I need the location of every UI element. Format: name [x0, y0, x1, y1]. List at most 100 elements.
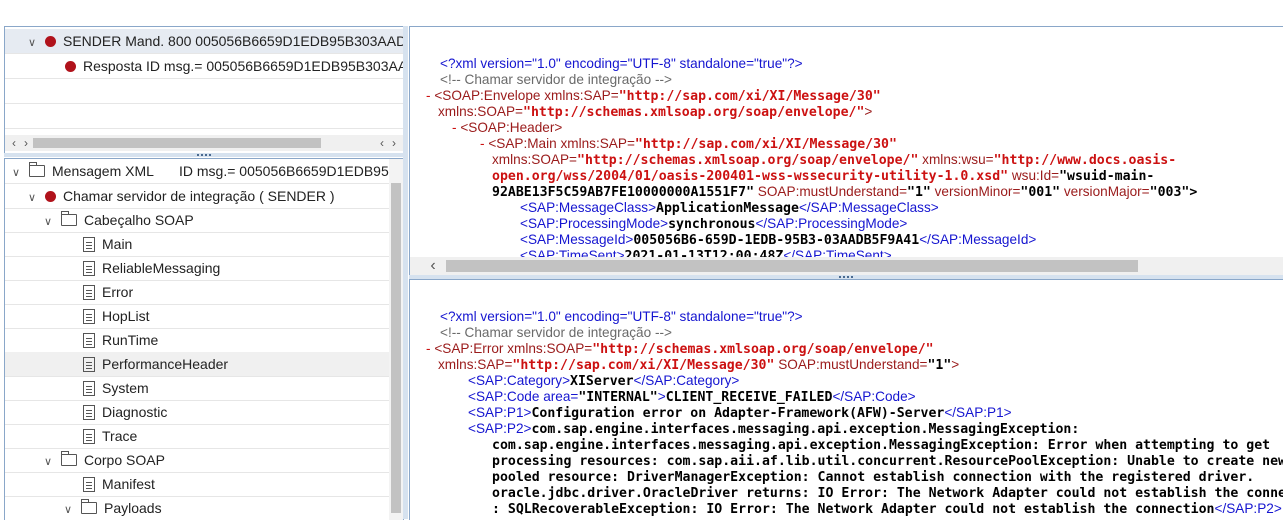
vertical-splitter[interactable]	[403, 26, 408, 519]
tree-node-runtime[interactable]: RunTime	[5, 328, 403, 353]
tree-node-integration-server[interactable]: ∨ Chamar servidor de integração ( SENDER …	[5, 184, 403, 209]
tree-node-error[interactable]: Error	[5, 280, 403, 305]
tree-node-soap-body[interactable]: ∨ Corpo SOAP	[5, 448, 403, 473]
xml-tag: </SAP:Category>	[633, 373, 740, 388]
message-tree-pane: ∨ SENDER Mand. 800 005056B6659D1EDB95B303…	[4, 26, 404, 154]
xml-text-value: com.sap.engine.interfaces.messaging.api.…	[492, 438, 1271, 453]
tree-header-row[interactable]: ∨ Mensagem XML ID msg.= 005056B6659D1EDB95	[5, 159, 403, 184]
tree-node-soap-header[interactable]: ∨ Cabeçalho SOAP	[5, 208, 403, 233]
xml-tag: </SAP:MessageClass>	[798, 200, 939, 215]
xml-attr-value: "http://sap.com/xi/XI/Message/30"	[634, 137, 897, 152]
tree-node-label: Trace	[102, 428, 138, 444]
xml-attr-value: "wsuid-main-	[1059, 169, 1155, 184]
xml-attr-value: "http://schemas.xmlsoap.org/soap/envelop…	[592, 342, 934, 357]
xml-tag: <SAP:Main xmlns:SAP=	[488, 136, 635, 151]
xml-tag: </SAP:ProcessingMode>	[755, 216, 908, 231]
tree-node-main[interactable]: Main	[5, 232, 403, 257]
tree-node-system[interactable]: System	[5, 376, 403, 401]
xml-attr-value: "1"	[927, 358, 952, 373]
xml-attr: wsu:Id=	[1008, 168, 1060, 183]
xml-text-value: synchronous	[668, 217, 756, 232]
xml-tag: <SAP:Error xmlns:SOAP=	[434, 341, 593, 356]
splitter-handle[interactable]	[4, 153, 404, 157]
xml-attr-value: "INTERNAL"	[578, 390, 658, 405]
xml-text-value: CLIENT_RECEIVE_FAILED	[665, 390, 833, 405]
tree-node-label: Main	[102, 236, 133, 252]
tree-node-label: Corpo SOAP	[84, 452, 165, 468]
xml-tag: <SAP:P2>	[468, 421, 532, 436]
chevron-down-icon[interactable]: ∨	[41, 450, 55, 472]
request-xml-viewer: <?xml version="1.0" encoding="UTF-8" sta…	[409, 26, 1283, 276]
xml-attr-value: "http://schemas.xmlsoap.org/soap/envelop…	[577, 153, 919, 168]
xml-attr: SOAP:mustUnderstand=	[774, 357, 928, 372]
message-id-label: ID msg.= 005056B6659D1EDB95	[179, 163, 389, 179]
folder-icon	[61, 211, 77, 227]
xml-attr: versionMajor=	[1060, 184, 1150, 199]
chevron-down-icon[interactable]: ∨	[41, 210, 55, 232]
tree-node-label: Manifest	[102, 476, 155, 492]
xml-attr-value: "003">	[1149, 185, 1198, 200]
horizontal-scrollbar[interactable]: ‹	[410, 257, 1283, 275]
document-icon	[83, 332, 95, 348]
xml-text-value: XIServer	[570, 374, 634, 389]
document-icon	[83, 404, 95, 420]
xml-tag: >	[951, 357, 960, 372]
folder-icon	[29, 162, 45, 178]
horizontal-scrollbar[interactable]: ‹ › ‹ ›	[5, 135, 403, 151]
xml-declaration: <?xml version="1.0" encoding="UTF-8" sta…	[440, 309, 803, 324]
xml-tag: <SAP:Category>	[468, 373, 571, 388]
tree-node-manifest[interactable]: Manifest	[5, 472, 403, 497]
scroll-right-icon[interactable]: ›	[387, 135, 401, 151]
xml-tag: <SOAP:Header>	[460, 120, 563, 135]
xml-tag: <SAP:MessageId>	[520, 232, 634, 247]
xml-tag: </SAP:P1>	[944, 405, 1012, 420]
scroll-right-icon[interactable]: ›	[19, 135, 33, 151]
xml-tag: </SAP:Code>	[832, 389, 916, 404]
xml-text-value: processing resources: com.sap.aii.af.lib…	[492, 454, 1283, 469]
tree-row-empty	[5, 79, 403, 104]
tree-row-label: SENDER Mand. 800 005056B6659D1EDB95B303A…	[63, 33, 403, 49]
chevron-down-icon[interactable]: ∨	[61, 498, 75, 520]
tree-node-payloads[interactable]: ∨ Payloads	[5, 496, 403, 520]
tree-node-performance-header[interactable]: PerformanceHeader	[5, 352, 403, 377]
document-icon	[83, 260, 95, 276]
xml-text-value: : SQLRecoverableException: IO Error: The…	[492, 502, 1215, 517]
tree-row-response[interactable]: Resposta ID msg.= 005056B6659D1EDB95B303…	[5, 54, 403, 79]
xml-attr-value: "http://sap.com/xi/XI/Message/30"	[512, 358, 775, 373]
xml-attr: SOAP:mustUnderstand=	[754, 184, 908, 199]
xml-tag: >	[657, 389, 666, 404]
xml-attr: xmlns:SOAP=	[438, 104, 523, 119]
tree-row-sender[interactable]: ∨ SENDER Mand. 800 005056B6659D1EDB95B303…	[5, 29, 403, 54]
xml-attr-value: "1"	[907, 185, 931, 200]
tree-node-label: System	[102, 380, 149, 396]
tree-node-hoplist[interactable]: HopList	[5, 304, 403, 329]
error-xml-viewer: <?xml version="1.0" encoding="UTF-8" sta…	[409, 279, 1283, 520]
tree-node-label: Payloads	[104, 500, 162, 516]
chevron-down-icon[interactable]: ∨	[25, 186, 39, 208]
tree-node-diagnostic[interactable]: Diagnostic	[5, 400, 403, 425]
xml-text-value: oracle.jdbc.driver.OracleDriver returns:…	[492, 486, 1283, 501]
document-icon	[83, 476, 95, 492]
xml-attr-value: "http://sap.com/xi/XI/Message/30"	[618, 89, 881, 104]
vertical-scrollbar[interactable]	[389, 159, 403, 520]
scrollbar-thumb[interactable]	[446, 260, 1138, 272]
chevron-down-icon[interactable]: ∨	[25, 31, 39, 53]
document-icon	[83, 284, 95, 300]
xml-attr-value: "http://www.docs.oasis-	[993, 153, 1177, 168]
column-label: Mensagem XML	[52, 163, 154, 179]
document-icon	[83, 380, 95, 396]
xml-comment: <!-- Chamar servidor de integração -->	[440, 72, 672, 87]
tree-node-reliable-messaging[interactable]: ReliableMessaging	[5, 256, 403, 281]
xml-attr: xmlns:wsu=	[918, 152, 994, 167]
xml-attr-value: open.org/wss/2004/01/oasis-200401-wss-ws…	[492, 169, 1009, 184]
tree-node-trace[interactable]: Trace	[5, 424, 403, 449]
scroll-left-icon[interactable]: ‹	[426, 257, 440, 275]
scrollbar-thumb[interactable]	[391, 183, 401, 513]
document-icon	[83, 308, 95, 324]
xml-text-value: Configuration error on Adapter-Framework…	[531, 406, 945, 421]
scrollbar-thumb[interactable]	[33, 138, 321, 148]
chevron-down-icon[interactable]: ∨	[9, 161, 23, 183]
tree-node-label: Chamar servidor de integração ( SENDER )	[63, 188, 335, 204]
red-dot-icon	[45, 190, 56, 202]
red-dot-icon	[65, 60, 76, 72]
